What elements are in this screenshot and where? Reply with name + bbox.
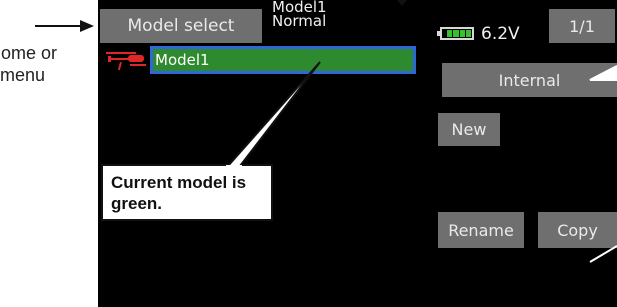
pointer-top-icon	[397, 0, 407, 6]
pointer-copy	[589, 245, 617, 263]
callout-pointer	[225, 61, 321, 167]
arrow-head-icon	[80, 20, 94, 32]
annotation-overlay	[35, 0, 617, 263]
